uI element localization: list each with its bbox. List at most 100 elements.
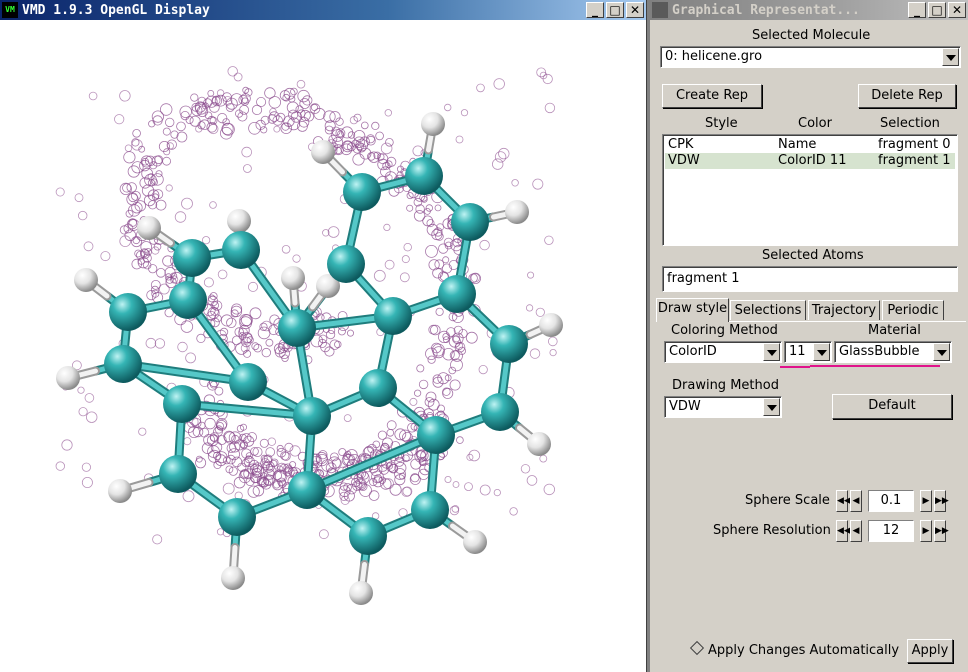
selected-atoms-input[interactable]: fragment 1 <box>662 266 958 292</box>
close-button[interactable]: ✕ <box>626 2 644 18</box>
minimize-button[interactable]: _ <box>586 2 604 18</box>
rep-row[interactable]: CPK Name fragment 0 <box>665 137 955 153</box>
glass-bubble <box>207 90 215 97</box>
glass-bubble <box>268 96 282 109</box>
resolution-fast-decrease-button[interactable]: ◀◀ <box>836 520 851 542</box>
glass-bubble <box>55 461 66 471</box>
create-rep-button[interactable]: Create Rep <box>662 84 762 108</box>
glass-bubble <box>242 164 252 173</box>
glass-bubble <box>371 121 380 131</box>
resolution-increase-button[interactable]: ▶ <box>920 520 932 542</box>
sphere-scale-label: Sphere Scale <box>745 493 830 508</box>
scale-increase-button[interactable]: ▶ <box>920 490 932 512</box>
tab-periodic[interactable]: Periodic <box>882 300 944 320</box>
apply-button[interactable]: Apply <box>907 639 953 663</box>
tab-draw-style[interactable]: Draw style <box>656 298 729 322</box>
tab-trajectory[interactable]: Trajectory <box>808 300 880 320</box>
glass-bubble <box>479 484 491 496</box>
drawing-method-dropdown[interactable]: VDW <box>664 396 782 418</box>
sphere-scale-input[interactable]: 0.1 <box>868 490 914 512</box>
glass-bubble <box>520 464 531 474</box>
glass-bubble <box>209 201 217 209</box>
scale-fast-decrease-button[interactable]: ◀◀ <box>836 490 851 512</box>
sphere-resolution-input[interactable]: 12 <box>868 520 914 542</box>
glass-bubble <box>544 235 554 246</box>
glass-bubble <box>183 437 192 446</box>
hydrogen-atom <box>221 566 245 590</box>
glass-bubble <box>185 352 197 364</box>
glass-bubble <box>81 462 92 472</box>
color-id-value: 11 <box>789 344 806 359</box>
opengl-titlebar[interactable]: VM VMD 1.9.3 OpenGL Display _ □ ✕ <box>0 0 646 20</box>
col-header-color: Color <box>798 116 832 131</box>
glass-bubble <box>267 437 276 446</box>
glass-bubble <box>292 254 301 263</box>
glass-bubble <box>228 466 238 476</box>
material-label: Material <box>868 323 921 338</box>
minimize-button[interactable]: _ <box>908 2 926 18</box>
carbon-atom <box>327 245 365 283</box>
delete-rep-button[interactable]: Delete Rep <box>858 84 956 108</box>
glass-bubble <box>432 267 444 279</box>
selected-molecule-dropdown[interactable]: 0: helicene.gro <box>660 46 961 68</box>
hydrogen-atom <box>311 140 335 164</box>
glass-bubble <box>176 121 186 132</box>
window-title: Graphical Representat... <box>672 2 860 18</box>
glass-bubble <box>189 115 201 127</box>
glass-bubble <box>214 386 224 396</box>
maximize-button[interactable]: □ <box>928 2 946 18</box>
coloring-method-value: ColorID <box>669 344 717 359</box>
glass-bubble <box>231 335 242 346</box>
glass-bubble <box>196 333 206 343</box>
glass-bubble <box>55 187 65 197</box>
chevron-down-icon[interactable] <box>763 398 780 416</box>
glass-bubble <box>425 244 438 258</box>
resolution-decrease-button[interactable]: ◀ <box>850 520 862 542</box>
chevron-down-icon[interactable] <box>933 343 950 361</box>
glass-bubble <box>227 66 238 77</box>
glass-bubble <box>449 379 461 391</box>
scale-fast-increase-button[interactable]: ▶▶ <box>934 490 949 512</box>
color-id-dropdown[interactable]: 11 <box>784 341 832 363</box>
diamond-checkbox-icon[interactable] <box>689 640 705 656</box>
glass-bubble <box>164 117 175 128</box>
resolution-fast-increase-button[interactable]: ▶▶ <box>934 520 949 542</box>
carbon-atom <box>438 275 476 313</box>
vmd-app-icon: VM <box>2 2 18 18</box>
glass-bubble <box>241 146 253 158</box>
maximize-button[interactable]: □ <box>606 2 624 18</box>
glass-bubble <box>425 204 433 212</box>
molecule-viewport[interactable] <box>0 20 646 672</box>
chevron-down-icon[interactable] <box>942 48 959 66</box>
chevron-down-icon[interactable] <box>763 343 780 361</box>
tab-selections[interactable]: Selections <box>730 300 806 320</box>
default-button[interactable]: Default <box>832 394 952 419</box>
graphics-titlebar[interactable]: Graphical Representat... _ □ ✕ <box>650 0 968 20</box>
glass-bubble <box>269 314 280 325</box>
rep-style: VDW <box>668 153 700 168</box>
glass-bubble <box>119 90 131 102</box>
hydrogen-atom <box>227 209 251 233</box>
glass-bubble <box>166 139 177 150</box>
glass-bubble <box>385 138 394 147</box>
rep-row-selected[interactable]: VDW ColorID 11 fragment 1 <box>665 153 955 169</box>
glass-bubble <box>384 109 392 117</box>
glass-bubble <box>468 449 481 462</box>
glass-bubble <box>216 528 225 536</box>
glass-bubble <box>152 115 163 126</box>
material-dropdown[interactable]: GlassBubble <box>834 341 952 363</box>
rep-selection: fragment 1 <box>878 153 951 168</box>
hydrogen-atom <box>539 313 563 337</box>
close-button[interactable]: ✕ <box>948 2 966 18</box>
carbon-atom <box>481 393 519 431</box>
glass-bubble <box>465 331 478 344</box>
scale-decrease-button[interactable]: ◀ <box>850 490 862 512</box>
glass-bubble <box>248 122 261 135</box>
glass-bubble <box>386 428 395 437</box>
glass-bubble <box>310 103 319 112</box>
coloring-method-dropdown[interactable]: ColorID <box>664 341 782 363</box>
apply-auto-checkbox[interactable]: Apply Changes Automatically <box>689 640 899 658</box>
glass-bubble <box>450 358 463 372</box>
representations-list[interactable]: CPK Name fragment 0 VDW ColorID 11 fragm… <box>662 134 958 246</box>
chevron-down-icon[interactable] <box>813 343 830 361</box>
